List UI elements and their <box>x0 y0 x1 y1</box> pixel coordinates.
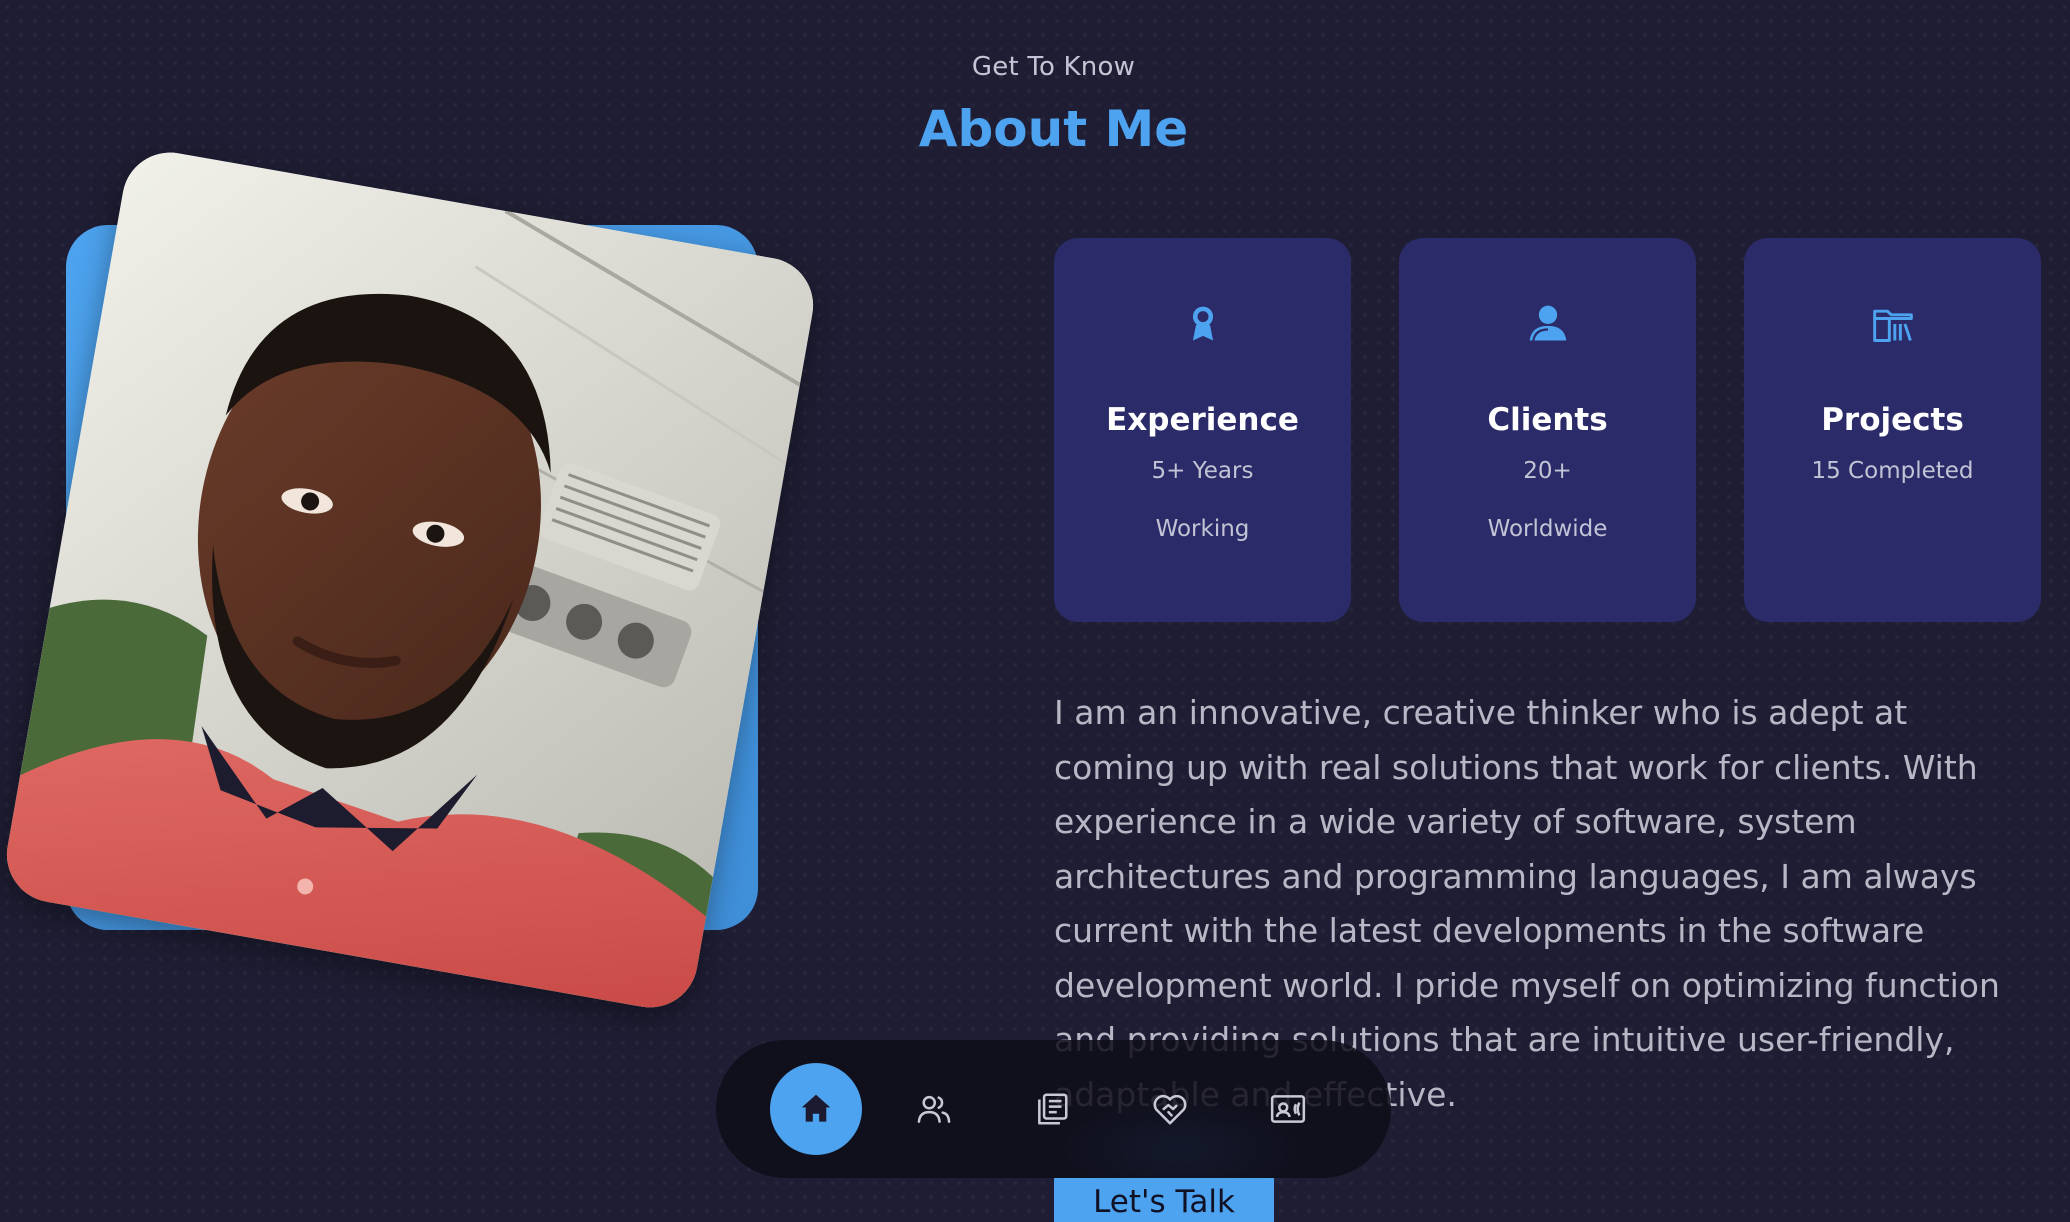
stat-card-projects: Projects 15 Completed <box>1744 238 2041 622</box>
stat-card-experience: Experience 5+ Years Working <box>1054 238 1351 622</box>
nav-services[interactable] <box>1124 1063 1216 1155</box>
stat-title: Clients <box>1487 402 1608 438</box>
users-icon <box>917 1095 951 1123</box>
stat-caption: Working <box>1155 515 1250 542</box>
home-icon <box>801 1094 831 1122</box>
profile-photo-illustration <box>0 144 821 1016</box>
profile-photo <box>0 144 821 1016</box>
nav-home[interactable] <box>770 1063 862 1155</box>
stat-card-clients: Clients 20+ Worldwide <box>1399 238 1696 622</box>
floating-nav <box>716 1040 1391 1178</box>
stat-value: 15 Completed <box>1811 458 1974 484</box>
section-title: About Me <box>918 100 1189 158</box>
about-section: Get To Know About Me Experience 5+ Years… <box>0 0 2070 1222</box>
stats-row: Experience 5+ Years Working Clients 20+ … <box>1054 238 2041 622</box>
users-icon <box>1529 305 1566 341</box>
stat-caption: Worldwide <box>1487 515 1608 542</box>
lets-talk-button[interactable]: Let's Talk <box>1054 1178 1274 1222</box>
stat-value: 5+ Years <box>1151 458 1254 484</box>
stat-value: 20+ <box>1523 458 1572 484</box>
stat-title: Experience <box>1106 402 1299 438</box>
section-subtitle: Get To Know <box>971 52 1136 82</box>
nav-experience[interactable] <box>1006 1063 1098 1155</box>
stat-title: Projects <box>1821 402 1964 438</box>
heart-handshake-icon <box>1153 1094 1187 1125</box>
nav-about[interactable] <box>888 1063 980 1155</box>
nav-contact[interactable] <box>1242 1063 1334 1155</box>
folder-icon <box>1872 309 1913 342</box>
contact-card-icon <box>1270 1095 1306 1123</box>
award-icon <box>1192 306 1213 341</box>
notebook-icon <box>1038 1093 1068 1125</box>
